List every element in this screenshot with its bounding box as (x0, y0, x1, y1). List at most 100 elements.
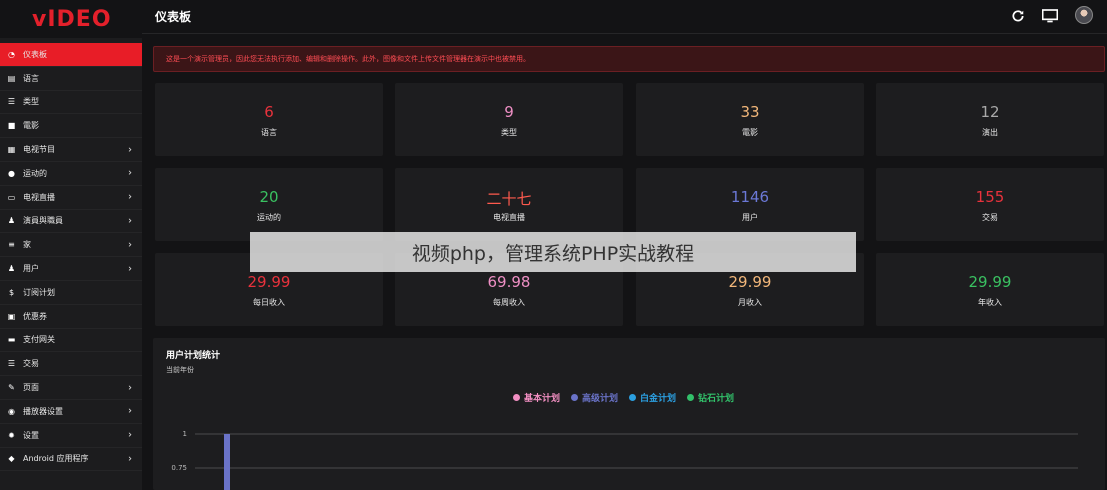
sidebar-item-1[interactable]: ▤ 语言 (0, 67, 142, 91)
user-group-icon: ♟ (7, 264, 16, 274)
sidebar-item-label: Android 应用程序 (23, 454, 89, 464)
stat-label: 每日收入 (253, 298, 285, 307)
stat-card[interactable]: 20 运动的 (155, 168, 383, 241)
chevron-right-icon: › (128, 405, 132, 417)
chart-panel: 用户计划统计 当前年份 基本计划 高级计划 白金计划 钻石计划 1 0.75 (153, 338, 1105, 490)
credit-card-icon: ▬ (7, 335, 16, 345)
sidebar-item-13[interactable]: ☰ 交易 (0, 352, 142, 377)
chevron-right-icon: › (128, 191, 132, 203)
stat-label: 电视直播 (493, 213, 525, 222)
list-icon: ☰ (7, 97, 16, 107)
logo-text: vIDEO (32, 6, 112, 32)
stat-label: 用户 (742, 213, 758, 222)
stat-value: 二十七 (486, 190, 532, 208)
sidebar-item-label: 支付网关 (23, 335, 55, 345)
gift-icon: ▣ (7, 311, 16, 321)
sidebar-item-label: 电视节目 (23, 145, 55, 155)
stat-card[interactable]: 33 電影 (636, 83, 864, 156)
sliders-icon: ≡ (8, 240, 15, 250)
chevron-right-icon: › (128, 239, 132, 251)
sidebar-item-label: 电视直播 (23, 192, 55, 202)
chevron-right-icon: › (128, 382, 132, 394)
stat-value: 29.99 (728, 273, 772, 291)
sidebar-nav: ◔ 仪表板 ▤ 语言 ☰ 类型 ■ 電影 ▦ 电视节目 › ● 运动的 › ▭ 电视直播 › ♟ 演員與職員 › ≡ 家 ›… (0, 43, 142, 472)
chevron-right-icon: › (128, 167, 132, 179)
sidebar-item-14[interactable]: ✎ 页面 › (0, 376, 142, 400)
stat-card[interactable]: 1146 用户 (636, 168, 864, 241)
users-icon: ♟ (7, 216, 16, 226)
sidebar-item-label: 页面 (23, 383, 39, 393)
list-icon: ☰ (7, 359, 16, 369)
stat-card[interactable]: 155 交易 (876, 168, 1104, 241)
refresh-icon[interactable] (1009, 7, 1027, 25)
dollar-icon: $ (8, 287, 15, 297)
soccer-ball-icon: ● (8, 168, 15, 178)
dashboard-icon: ◔ (8, 49, 15, 59)
sidebar-item-12[interactable]: ▬ 支付网关 (0, 329, 142, 353)
stat-value: 29.99 (247, 273, 291, 291)
stat-label: 電影 (742, 128, 758, 137)
sidebar-item-label: 设置 (23, 430, 39, 440)
top-header: 仪表板 (142, 0, 1107, 34)
sidebar-item-17[interactable]: ◆ Android 应用程序 › (0, 448, 142, 472)
sidebar-item-label: 类型 (23, 97, 39, 107)
film-icon: ▦ (7, 145, 16, 155)
sidebar-item-7[interactable]: ♟ 演員與職員 › (0, 210, 142, 234)
sidebar-item-label: 仪表板 (23, 49, 47, 59)
stat-card[interactable]: 二十七 电视直播 (395, 168, 623, 241)
android-icon: ◆ (8, 454, 15, 464)
sidebar-item-3[interactable]: ■ 電影 (0, 114, 142, 139)
page-title: 仪表板 (155, 10, 192, 24)
stat-value: 12 (980, 103, 1000, 121)
sidebar-item-label: 演員與職員 (23, 216, 63, 226)
sidebar: vIDEO ◔ 仪表板 ▤ 语言 ☰ 类型 ■ 電影 ▦ 电视节目 › ● 运动的 › ▭ 电视直播 › ♟ 演員與… (0, 0, 142, 490)
sidebar-item-6[interactable]: ▭ 电视直播 › (0, 186, 142, 210)
chevron-right-icon: › (128, 144, 132, 156)
stat-label: 语言 (261, 128, 277, 137)
stat-value: 33 (740, 103, 760, 121)
chart-bar[interactable] (224, 434, 230, 490)
sidebar-item-label: 优惠券 (23, 311, 47, 321)
stat-card[interactable]: 9 类型 (395, 83, 623, 156)
sidebar-item-2[interactable]: ☰ 类型 (0, 91, 142, 115)
y-tick-label: 0.75 (171, 464, 187, 472)
chevron-right-icon: › (128, 429, 132, 441)
stat-label: 演出 (982, 128, 998, 137)
stat-label: 交易 (982, 213, 998, 222)
stat-card[interactable]: 6 语言 (155, 83, 383, 156)
sidebar-item-9[interactable]: ♟ 用户 › (0, 257, 142, 281)
sidebar-item-4[interactable]: ▦ 电视节目 › (0, 138, 142, 162)
sidebar-item-0[interactable]: ◔ 仪表板 (0, 43, 142, 67)
monitor-icon[interactable] (1041, 7, 1059, 25)
stat-value: 9 (504, 103, 514, 121)
gear-icon: ✹ (8, 430, 15, 440)
stat-value: 6 (264, 103, 274, 121)
stat-label: 月收入 (738, 298, 762, 307)
stat-label: 每周收入 (493, 298, 525, 307)
sidebar-item-16[interactable]: ✹ 设置 › (0, 424, 142, 448)
alert-text: 这是一个演示管理员，因此您无法执行添加、编辑和删除操作。此外，图像和文件上传文件… (166, 55, 530, 63)
sidebar-item-label: 交易 (23, 359, 39, 369)
demo-alert: 这是一个演示管理员，因此您无法执行添加、编辑和删除操作。此外，图像和文件上传文件… (153, 46, 1105, 72)
brand-logo[interactable]: vIDEO (0, 0, 142, 38)
video-camera-icon: ■ (7, 121, 16, 131)
sidebar-item-11[interactable]: ▣ 优惠券 (0, 305, 142, 329)
watermark-text: 视频php，管理系统PHP实战教程 (411, 242, 695, 265)
sidebar-item-label: 语言 (23, 73, 39, 83)
stat-value: 20 (259, 188, 279, 206)
stat-card[interactable]: 29.99 年收入 (876, 253, 1104, 326)
stat-card[interactable]: 12 演出 (876, 83, 1104, 156)
stat-value: 69.98 (487, 273, 531, 291)
tv-icon: ▭ (7, 192, 16, 202)
sidebar-item-label: 電影 (23, 121, 39, 131)
stat-label: 类型 (501, 128, 517, 137)
sidebar-item-label: 订阅计划 (23, 287, 55, 297)
sidebar-item-8[interactable]: ≡ 家 › (0, 233, 142, 258)
sidebar-item-label: 播放器设置 (23, 406, 63, 416)
sidebar-item-10[interactable]: $ 订阅计划 (0, 281, 142, 305)
chevron-right-icon: › (128, 263, 132, 275)
language-icon: ▤ (7, 73, 16, 83)
avatar[interactable] (1075, 6, 1093, 24)
sidebar-item-15[interactable]: ◉ 播放器设置 › (0, 400, 142, 424)
sidebar-item-5[interactable]: ● 运动的 › (0, 162, 142, 186)
